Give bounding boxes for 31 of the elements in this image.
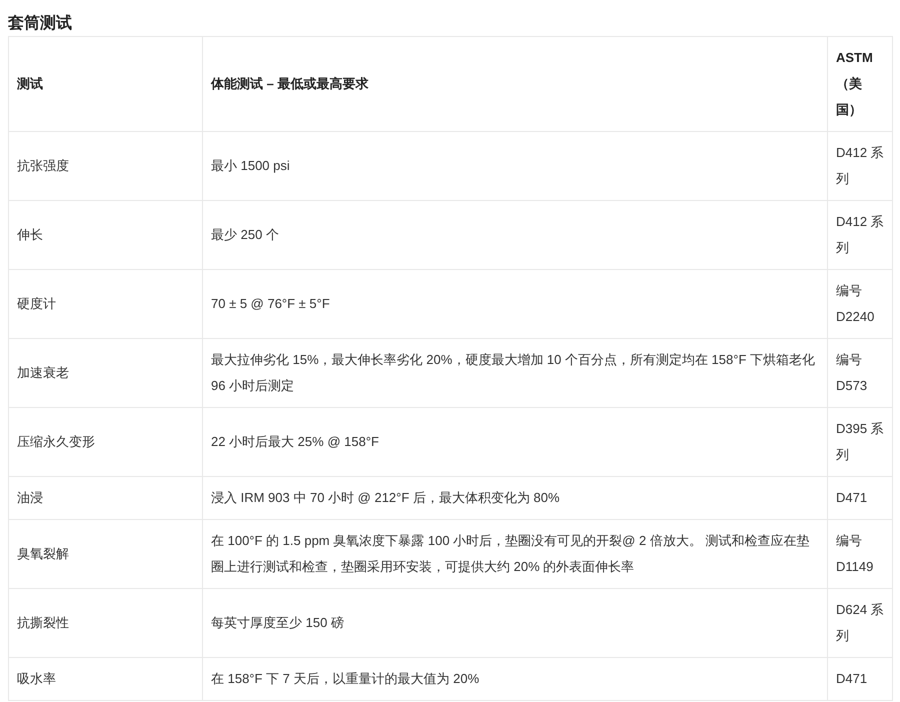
column-header: 测试: [8, 36, 202, 132]
table-cell: 伸长: [8, 200, 202, 270]
table-cell: 油浸: [8, 476, 202, 520]
table-cell: D624 系列: [828, 588, 892, 658]
table-cell: 在 100°F 的 1.5 ppm 臭氧浓度下暴露 100 小时后，垫圈没有可见的开裂@ 2 倍放大。 测试和检查应在垫圈上进行测试和检查，垫圈采用环安装，可提供大约 20% 的外表面伸长率: [202, 520, 828, 588]
table-cell: 臭氧裂解: [8, 520, 202, 588]
table-cell: D412 系列: [828, 200, 892, 270]
table-cell: 抗张强度: [8, 132, 202, 200]
table-cell: 编号 D573: [828, 338, 892, 408]
table-cell: 最小 1500 psi: [202, 132, 828, 200]
table-cell: D412 系列: [828, 132, 892, 200]
table-cell: 编号 D1149: [828, 520, 892, 588]
column-header: 体能测试 – 最低或最高要求: [202, 36, 828, 132]
table-cell: 最大拉伸劣化 15%，最大伸长率劣化 20%，硬度最大增加 10 个百分点，所有测定均在 158°F 下烘箱老化 96 小时后测定: [202, 338, 828, 408]
section-title: 套筒测试: [8, 14, 73, 34]
table-cell: 硬度计: [8, 270, 202, 338]
table-cell: 压缩永久变形: [8, 408, 202, 476]
column-header: ASTM（美国）: [828, 36, 892, 132]
table-cell: 22 小时后最大 25% @ 158°F: [202, 408, 828, 476]
table-cell: 每英寸厚度至少 150 磅: [202, 588, 828, 658]
table-cell: 加速衰老: [8, 338, 202, 408]
table-cell: D471: [828, 658, 892, 700]
table-cell: 浸入 IRM 903 中 70 小时 @ 212°F 后，最大体积变化为 80%: [202, 476, 828, 520]
table-cell: D471: [828, 476, 892, 520]
table-cell: 70 ± 5 @ 76°F ± 5°F: [202, 270, 828, 338]
table-cell: 编号 D2240: [828, 270, 892, 338]
table-cell: 在 158°F 下 7 天后，以重量计的最大值为 20%: [202, 658, 828, 700]
table-cell: 最少 250 个: [202, 200, 828, 270]
table-cell: 抗撕裂性: [8, 588, 202, 658]
table-cell: D395 系列: [828, 408, 892, 476]
table-cell: 吸水率: [8, 658, 202, 700]
